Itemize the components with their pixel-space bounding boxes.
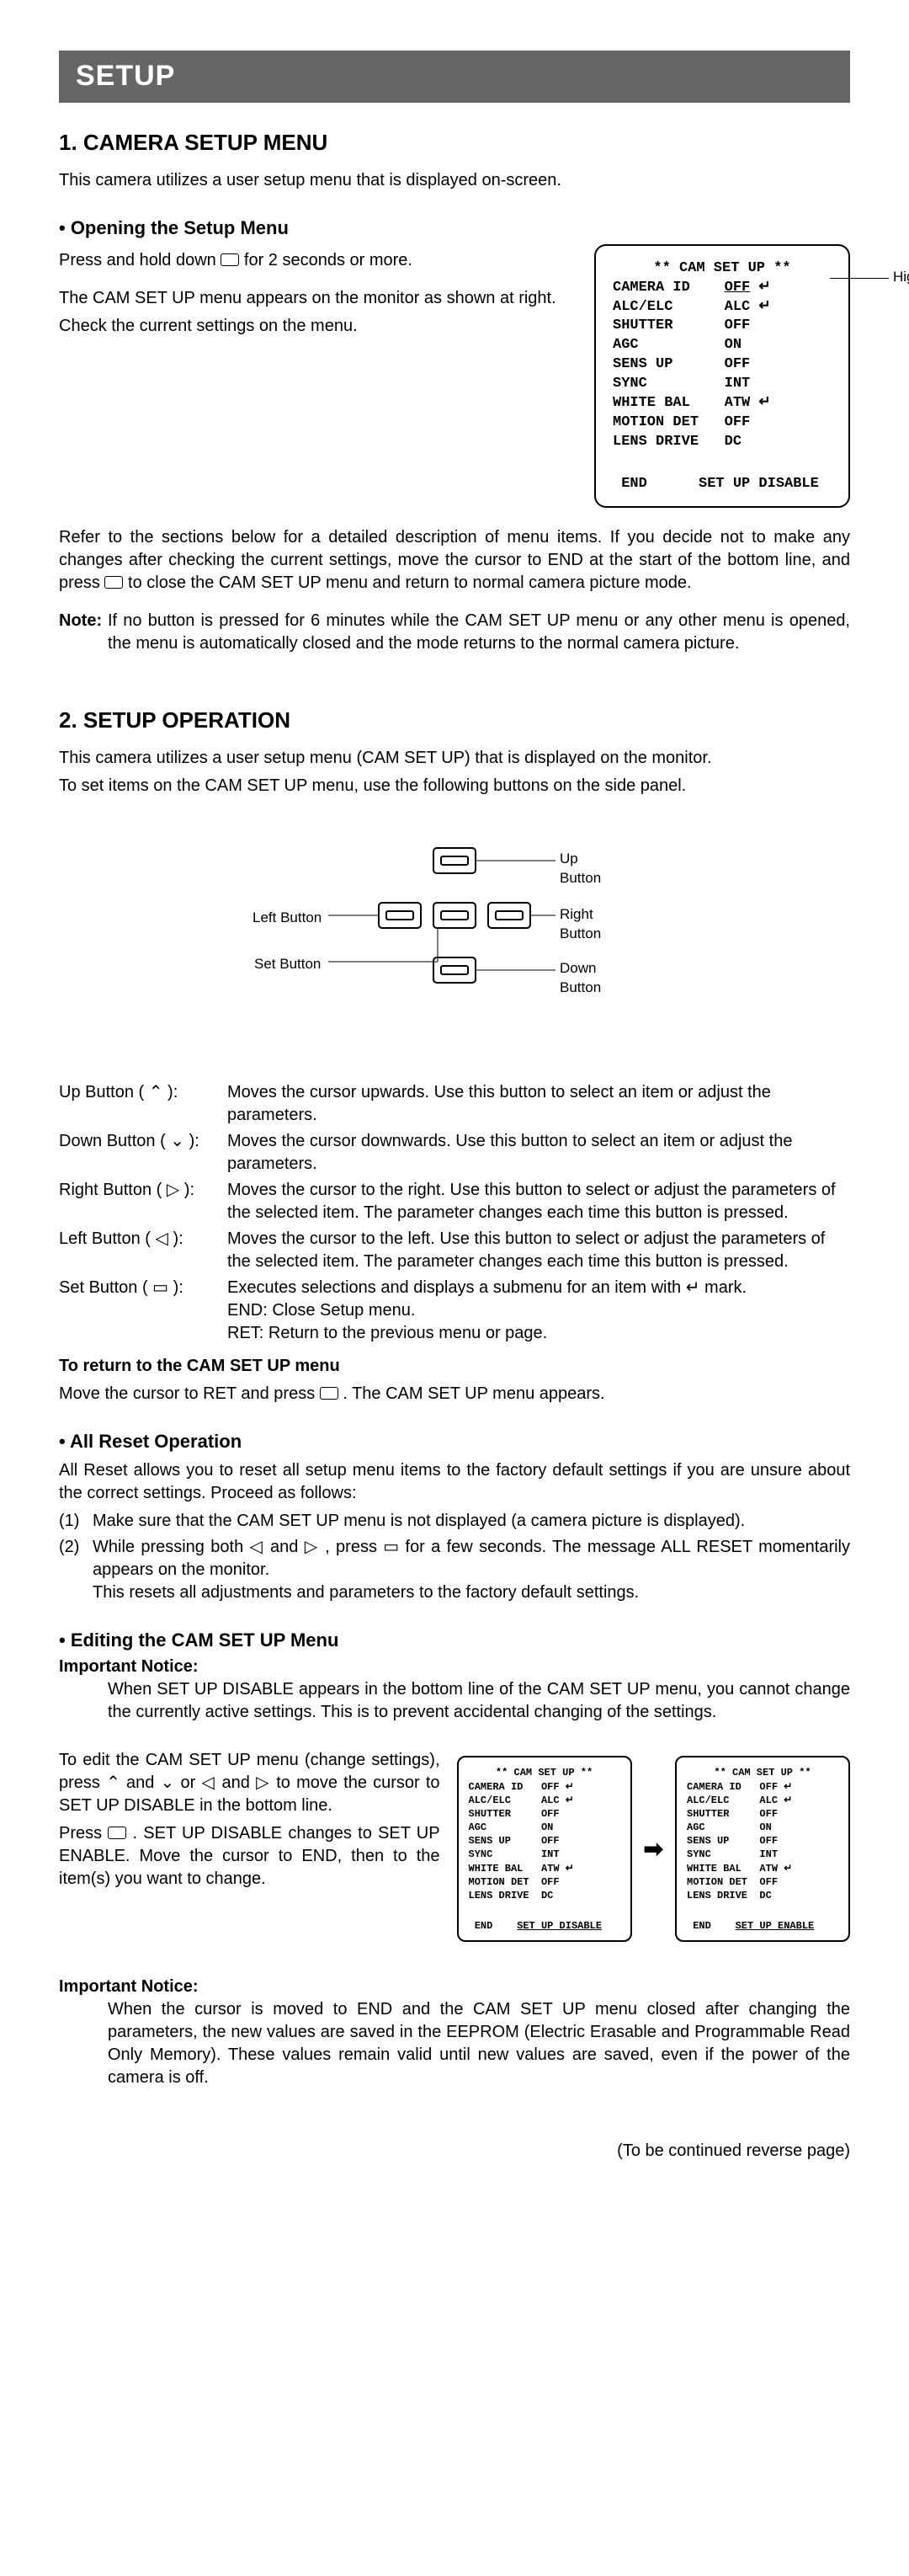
s2-heading: 2. SETUP OPERATION (59, 706, 850, 735)
open-p3: Check the current settings on the menu. (59, 315, 572, 338)
button-name: Set Button ( ▭ ): (59, 1277, 227, 1345)
s1-intro: This camera utilizes a user setup menu t… (59, 169, 850, 192)
diag-set-label: Set Button (254, 955, 321, 974)
edit-p2: Press . SET UP DISABLE changes to SET UP… (59, 1822, 440, 1891)
open-p2: The CAM SET UP menu appears on the monit… (59, 287, 572, 310)
diag-right-label: Right Button (560, 905, 601, 944)
footer-text: (To be continued reverse page) (0, 2123, 909, 2213)
button-desc: Moves the cursor downwards. Use this but… (227, 1130, 850, 1176)
diag-up-label: Up Button (560, 850, 601, 888)
button-diagram-svg (219, 840, 690, 1025)
osd-pair: ** CAM SET UP **CAMERA ID OFF ↵ALC/ELC A… (457, 1756, 850, 1941)
button-name: Down Button ( ⌄ ): (59, 1130, 227, 1176)
arrow-right-icon: ➡ (644, 1833, 663, 1865)
button-desc-row: Up Button ( ⌃ ):Moves the cursor upwards… (59, 1081, 850, 1127)
note-block: Note: If no button is pressed for 6 minu… (59, 610, 850, 655)
osd-menu-enable: ** CAM SET UP **CAMERA ID OFF ↵ALC/ELC A… (675, 1756, 850, 1941)
refer-para: Refer to the sections below for a detail… (59, 526, 850, 595)
allreset-step: (2)While pressing both ◁ and ▷ , press ▭… (59, 1536, 850, 1604)
button-description-list: Up Button ( ⌃ ):Moves the cursor upwards… (59, 1081, 850, 1345)
button-desc-row: Set Button ( ▭ ):Executes selections and… (59, 1277, 850, 1345)
button-desc: Moves the cursor to the right. Use this … (227, 1179, 850, 1224)
osd-menu-wrap: ** CAM SET UP **CAMERA ID OFF ↵ALC/ELC A… (594, 244, 850, 508)
edit-notice-text: When SET UP DISABLE appears in the botto… (59, 1678, 850, 1724)
notice2: Important Notice: When the cursor is mov… (59, 1976, 850, 2089)
button-name: Up Button ( ⌃ ): (59, 1081, 227, 1127)
setup-header: SETUP (59, 51, 850, 103)
note-label: Note: (59, 611, 102, 630)
allreset-subheading: • All Reset Operation (59, 1429, 850, 1454)
edit-notice: Important Notice: When SET UP DISABLE ap… (59, 1656, 850, 1724)
button-desc-row: Left Button ( ◁ ):Moves the cursor to th… (59, 1228, 850, 1273)
diag-down-label: Down Button (560, 959, 601, 998)
s2-intro2: To set items on the CAM SET UP menu, use… (59, 775, 850, 797)
button-desc-row: Right Button ( ▷ ):Moves the cursor to t… (59, 1179, 850, 1224)
button-name: Right Button ( ▷ ): (59, 1179, 227, 1224)
allreset-step: (1)Make sure that the CAM SET UP menu is… (59, 1510, 850, 1533)
set-button-glyph-icon (108, 1827, 126, 1839)
set-button-glyph-icon (104, 576, 123, 589)
osd-menu-main: ** CAM SET UP **CAMERA ID OFF ↵ALC/ELC A… (594, 244, 850, 508)
edit-subheading: • Editing the CAM SET UP Menu (59, 1628, 850, 1653)
return-para: Move the cursor to RET and press . The C… (59, 1383, 850, 1405)
button-desc: Moves the cursor upwards. Use this butto… (227, 1081, 850, 1127)
s2-intro1: This camera utilizes a user setup menu (… (59, 747, 850, 770)
edit-p1: To edit the CAM SET UP menu (change sett… (59, 1749, 440, 1817)
osd-menu-disable: ** CAM SET UP **CAMERA ID OFF ↵ALC/ELC A… (457, 1756, 632, 1941)
button-name: Left Button ( ◁ ): (59, 1228, 227, 1273)
highlight-leader-line (830, 278, 889, 279)
allreset-intro: All Reset allows you to reset all setup … (59, 1459, 850, 1505)
allreset-steps: (1)Make sure that the CAM SET UP menu is… (59, 1510, 850, 1604)
highlight-label: Highlighted (893, 268, 909, 287)
edit-notice-label: Important Notice: (59, 1656, 850, 1678)
notice2-text: When the cursor is moved to END and the … (59, 1998, 850, 2089)
return-title: To return to the CAM SET UP menu (59, 1355, 850, 1378)
button-diagram: Up Button Right Button Down Button Left … (219, 840, 690, 1031)
s1-heading: 1. CAMERA SETUP MENU (59, 128, 850, 157)
button-desc: Moves the cursor to the left. Use this b… (227, 1228, 850, 1273)
set-button-glyph-icon (320, 1387, 338, 1400)
diag-left-label: Left Button (252, 909, 322, 928)
open-p1: Press and hold down for 2 seconds or mor… (59, 249, 572, 272)
button-desc-row: Down Button ( ⌄ ):Moves the cursor downw… (59, 1130, 850, 1176)
button-desc: Executes selections and displays a subme… (227, 1277, 850, 1345)
open-subheading: • Opening the Setup Menu (59, 216, 850, 241)
set-button-glyph-icon (221, 253, 239, 266)
note-text: If no button is pressed for 6 minutes wh… (108, 610, 850, 655)
notice2-label: Important Notice: (59, 1976, 850, 1998)
